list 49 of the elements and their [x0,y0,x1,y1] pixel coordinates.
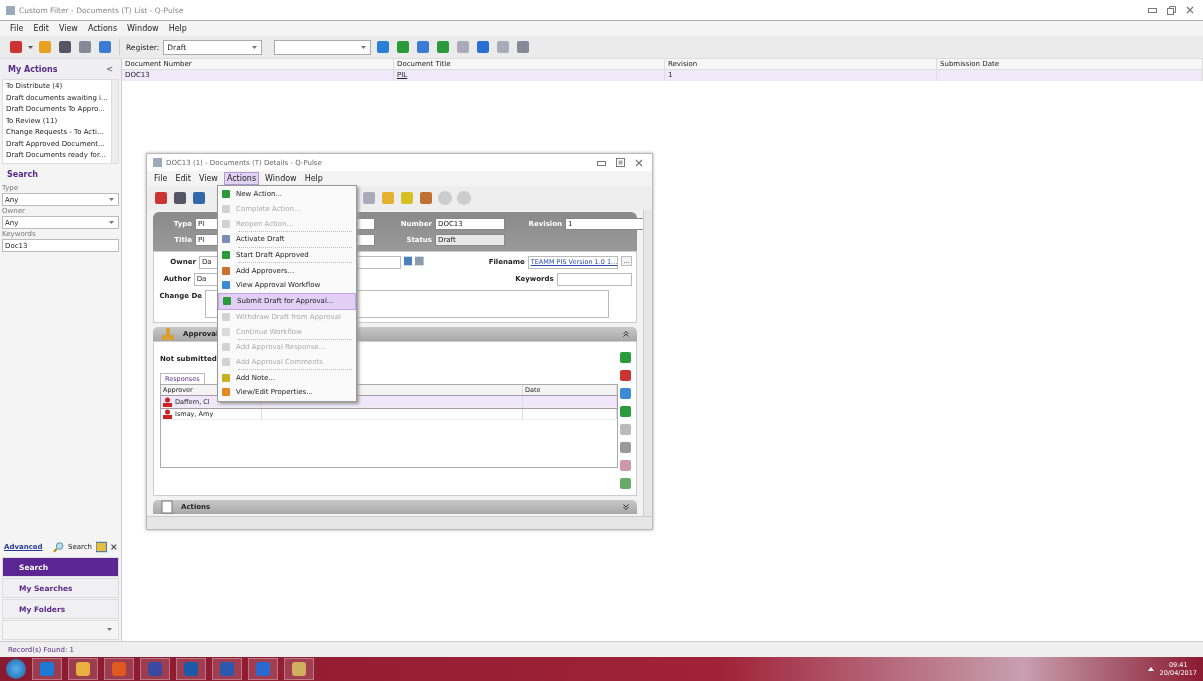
caret-icon[interactable] [109,198,114,201]
menu-item[interactable]: Actions [85,23,120,34]
my-actions-title: My Actions [8,64,58,74]
taskbar-app-icon[interactable] [284,658,314,680]
minimize-icon[interactable] [1145,7,1160,13]
calendar-icon[interactable] [403,256,413,266]
menu-item[interactable]: View [56,23,80,34]
restore-icon[interactable] [1164,5,1179,15]
taskbar-app-icon[interactable] [32,658,62,680]
collapse-button[interactable]: < [106,64,113,74]
taskbar-app-icon[interactable] [248,658,278,680]
menu-item[interactable]: Help [302,173,325,184]
search-icon [52,541,64,553]
menu-item[interactable]: File [8,23,26,34]
app-icon [153,158,162,167]
taskbar-app-icon[interactable] [176,658,206,680]
minimize-icon[interactable] [594,159,609,166]
menu-item[interactable]: Edit [173,173,193,184]
menu-item[interactable]: Window [263,173,299,184]
maximize-icon[interactable] [613,158,628,167]
start-button[interactable] [6,659,26,679]
menu-item[interactable]: Window [125,23,161,34]
app-icon [6,5,15,15]
menu-item[interactable]: Help [166,23,189,34]
keywords-field[interactable] [556,273,632,286]
taskbar-app-icon[interactable] [68,658,98,680]
close-icon[interactable] [111,544,117,550]
expand-icon[interactable] [623,504,629,510]
taskbar-app-icon[interactable] [140,658,170,680]
taskbar-app-icon[interactable] [104,658,134,680]
search-title: Search [6,169,39,181]
menu-item[interactable]: Edit [31,23,51,34]
taskbar-app-icon[interactable] [212,658,242,680]
tray-icon[interactable] [1147,667,1154,671]
caret-icon[interactable] [28,45,33,49]
caret-icon[interactable] [252,45,258,49]
menu-item[interactable]: Actions [223,172,260,185]
filter-dropdown[interactable] [274,39,372,55]
scrollbar[interactable] [643,210,652,516]
caret-icon[interactable] [361,45,367,49]
menu-item[interactable]: View [196,173,220,184]
collapse-icon[interactable] [623,331,629,337]
scrollbar[interactable] [110,80,118,163]
save-search-icon[interactable] [96,541,108,553]
toolbar-icon[interactable] [361,190,377,206]
menu-item[interactable]: File [152,173,170,184]
caret-icon[interactable] [109,221,114,224]
toolbar-icon[interactable] [418,190,434,206]
clear-icon[interactable] [415,256,424,266]
